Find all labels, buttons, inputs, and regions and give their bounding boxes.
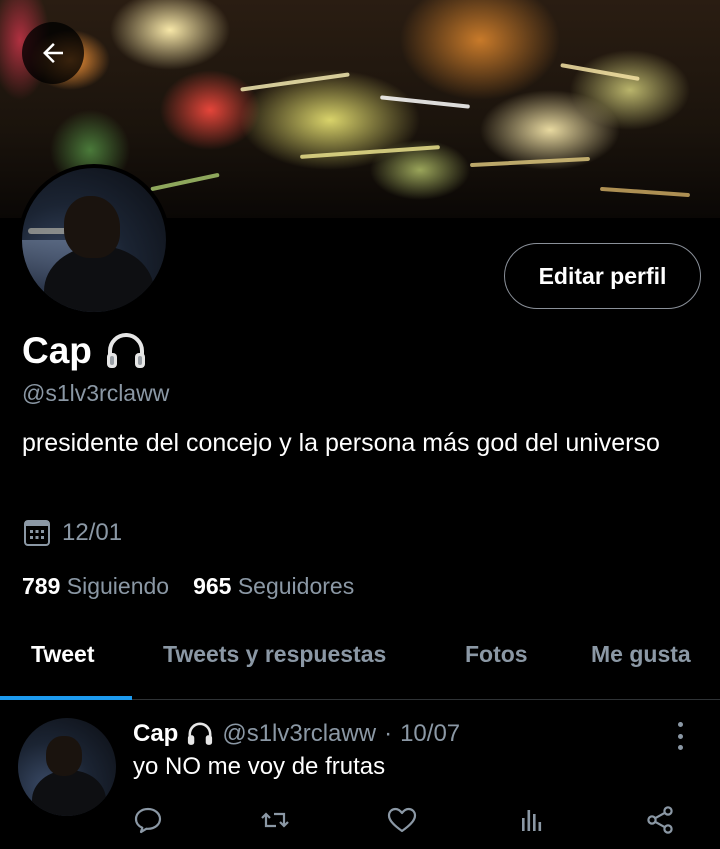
followers-count: 965	[193, 573, 232, 599]
profile-stats: 789 Siguiendo 965 Seguidores	[22, 573, 354, 600]
tweet-date[interactable]: 10/07	[400, 720, 460, 748]
tweet-actions	[0, 804, 720, 838]
calendar-icon	[24, 520, 50, 546]
tweet-author-name[interactable]: Cap	[133, 720, 178, 748]
active-tab-indicator	[0, 696, 132, 700]
edit-profile-button[interactable]: Editar perfil	[504, 243, 701, 309]
profile-tabs: Tweet Tweets y respuestas Fotos Me gusta	[0, 625, 720, 697]
tweet-header: Cap @s1lv3rclaww · 10/07	[133, 720, 460, 748]
like-icon[interactable]	[386, 804, 418, 836]
headphones-icon	[106, 333, 145, 368]
share-icon[interactable]	[644, 804, 676, 836]
profile-name-row: Cap	[22, 330, 148, 372]
following-count: 789	[22, 573, 61, 599]
headphones-icon	[188, 722, 213, 745]
profile-avatar[interactable]	[18, 164, 170, 316]
tab-likes[interactable]: Me gusta	[591, 641, 691, 668]
profile-bio: presidente del concejo y la persona más …	[22, 429, 660, 457]
more-options-icon[interactable]	[668, 722, 692, 750]
following-link[interactable]: 789 Siguiendo	[22, 573, 169, 600]
reply-icon[interactable]	[132, 804, 164, 836]
joined-date-text: 12/01	[62, 519, 123, 546]
tweet-avatar[interactable]	[18, 718, 116, 816]
retweet-icon[interactable]	[259, 804, 291, 836]
tab-tweets-and-replies[interactable]: Tweets y respuestas	[163, 641, 386, 668]
tab-tweet[interactable]: Tweet	[31, 641, 94, 668]
profile-handle: @s1lv3rclaww	[22, 380, 170, 406]
following-label: Siguiendo	[66, 573, 170, 599]
followers-label: Seguidores	[237, 573, 355, 599]
tweet-author-handle[interactable]: @s1lv3rclaww	[222, 720, 376, 748]
profile-name: Cap	[22, 330, 92, 371]
arrow-left-icon	[43, 43, 63, 63]
analytics-icon[interactable]	[516, 804, 548, 836]
followers-link[interactable]: 965 Seguidores	[193, 573, 354, 600]
tweet-text: yo NO me voy de frutas	[133, 753, 386, 780]
joined-date: 12/01	[22, 518, 122, 548]
tweet-separator: ·	[384, 720, 393, 747]
back-button[interactable]	[22, 22, 84, 84]
tab-photos[interactable]: Fotos	[465, 641, 528, 668]
